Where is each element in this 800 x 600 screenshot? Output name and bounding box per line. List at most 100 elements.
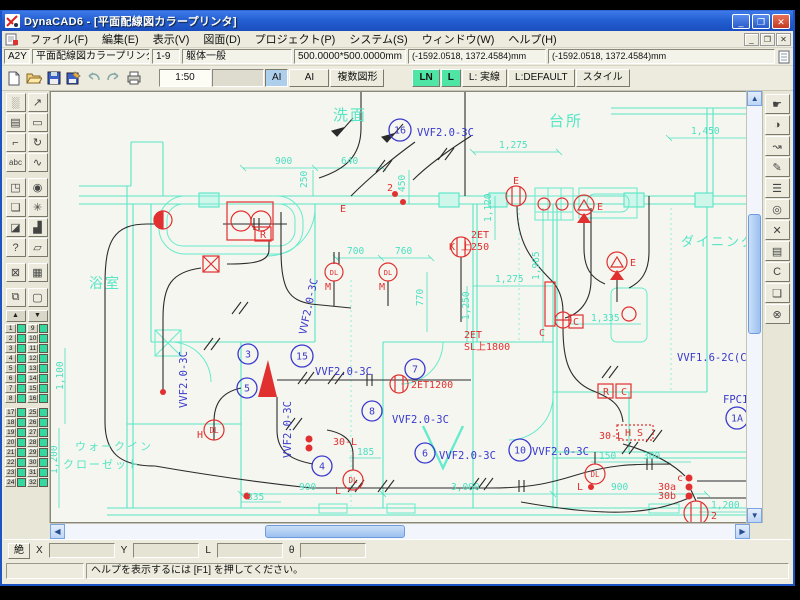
- layer-26-button[interactable]: 26: [27, 418, 38, 427]
- layer-30-indicator[interactable]: [39, 458, 48, 467]
- layer-32-indicator[interactable]: [39, 478, 48, 487]
- text-abc-button[interactable]: abc: [6, 153, 26, 172]
- menu-item-7[interactable]: ウィンドウ(W): [415, 30, 502, 48]
- x-input[interactable]: [49, 543, 115, 558]
- scroll-right-button[interactable]: ▶: [735, 524, 750, 539]
- layer-27-indicator[interactable]: [39, 428, 48, 437]
- layer-16-indicator[interactable]: [39, 394, 48, 403]
- layer-15-indicator[interactable]: [39, 384, 48, 393]
- mdi-minimize-button[interactable]: _: [744, 33, 759, 46]
- line-type-button[interactable]: L: 実線: [462, 69, 507, 87]
- half-circle-button[interactable]: ◑: [765, 115, 790, 135]
- ln-toggle[interactable]: LN: [412, 69, 439, 87]
- cross-x-button[interactable]: ✕: [765, 220, 790, 240]
- layer-16-button[interactable]: 16: [27, 394, 38, 403]
- scroll-left-button[interactable]: ◀: [50, 524, 65, 539]
- mdi-close-button[interactable]: ✕: [776, 33, 791, 46]
- mesh-s-button[interactable]: ▦: [28, 263, 48, 282]
- layer-12-button[interactable]: 12: [27, 354, 38, 363]
- rectangle-button[interactable]: ▭: [28, 113, 48, 132]
- layer-18-button[interactable]: 18: [5, 418, 16, 427]
- layer-9-button[interactable]: 9: [27, 324, 38, 333]
- layer-25-indicator[interactable]: [39, 408, 48, 417]
- titlebar[interactable]: DynaCAD6 - [平面配線図カラープリンタ] _ ❐ ✕: [2, 11, 793, 31]
- layer-10-button[interactable]: 10: [27, 334, 38, 343]
- layer-24-button[interactable]: 24: [5, 478, 16, 487]
- layer-down-button[interactable]: ▼: [28, 310, 48, 322]
- layer-6-indicator[interactable]: [17, 374, 26, 383]
- mdi-restore-button[interactable]: ❐: [760, 33, 775, 46]
- layer-13-indicator[interactable]: [39, 364, 48, 373]
- layer-21-indicator[interactable]: [17, 448, 26, 457]
- document-icon[interactable]: [5, 33, 19, 46]
- layer-1-indicator[interactable]: [17, 324, 26, 333]
- layer-23-button[interactable]: 23: [5, 468, 16, 477]
- layer-14-indicator[interactable]: [39, 374, 48, 383]
- hatch-brick-button[interactable]: ▤: [6, 113, 26, 132]
- eraser-button[interactable]: ◪: [6, 218, 26, 237]
- layer-15-button[interactable]: 15: [27, 384, 38, 393]
- donut-circle-button[interactable]: ◎: [765, 199, 790, 219]
- menu-item-4[interactable]: 図面(D): [196, 30, 247, 48]
- layer-28-button[interactable]: 28: [27, 438, 38, 447]
- layer-27-button[interactable]: 27: [27, 428, 38, 437]
- sheet-export-button[interactable]: ◳: [6, 178, 26, 197]
- spline-button[interactable]: ∿: [28, 153, 48, 172]
- layer-13-button[interactable]: 13: [27, 364, 38, 373]
- layer-31-button[interactable]: 31: [27, 468, 38, 477]
- scale-field[interactable]: 1:50: [159, 69, 211, 87]
- layer-31-indicator[interactable]: [39, 468, 48, 477]
- layer-11-indicator[interactable]: [39, 344, 48, 353]
- save-button[interactable]: [44, 68, 63, 88]
- menu-item-8[interactable]: ヘルプ(H): [501, 30, 563, 48]
- mesh-x-button[interactable]: ⊠: [6, 263, 26, 282]
- ai-button[interactable]: AI: [289, 69, 329, 87]
- layer-7-button[interactable]: 7: [5, 384, 16, 393]
- layer-2-indicator[interactable]: [17, 334, 26, 343]
- layer-32-button[interactable]: 32: [27, 478, 38, 487]
- layer-2-button[interactable]: 2: [5, 334, 16, 343]
- print-button[interactable]: [124, 68, 143, 88]
- menu-item-6[interactable]: システム(S): [342, 30, 414, 48]
- l-toggle[interactable]: L: [441, 69, 461, 87]
- calc-button[interactable]: C: [765, 262, 790, 282]
- pan-hand-button[interactable]: ☛: [765, 94, 790, 114]
- layer-8-indicator[interactable]: [17, 394, 26, 403]
- layer-4-indicator[interactable]: [17, 354, 26, 363]
- layer-30-button[interactable]: 30: [27, 458, 38, 467]
- line-default-button[interactable]: L:DEFAULT: [508, 69, 575, 87]
- layer-3-indicator[interactable]: [17, 344, 26, 353]
- scroll-down-button[interactable]: ▼: [747, 508, 762, 523]
- layer-12-indicator[interactable]: [39, 354, 48, 363]
- rotate-circle-button[interactable]: ↻: [28, 133, 48, 152]
- layer-21-button[interactable]: 21: [5, 448, 16, 457]
- layer-3-button[interactable]: 3: [5, 344, 16, 353]
- layer-6-button[interactable]: 6: [5, 374, 16, 383]
- absolute-mode-button[interactable]: 絶: [8, 543, 30, 559]
- style-button[interactable]: スタイル: [576, 69, 630, 87]
- monitor-button[interactable]: ▢: [28, 288, 48, 307]
- explode-button[interactable]: ✳: [28, 198, 48, 217]
- vertical-scrollbar[interactable]: ▲ ▼: [746, 91, 762, 523]
- menu-item-5[interactable]: プロジェクト(P): [248, 30, 343, 48]
- layer-22-button[interactable]: 22: [5, 458, 16, 467]
- layer-1-button[interactable]: 1: [5, 324, 16, 333]
- close-button[interactable]: ✕: [772, 14, 790, 29]
- layer-17-indicator[interactable]: [17, 408, 26, 417]
- undo-button[interactable]: [84, 68, 103, 88]
- menu-item-1[interactable]: ファイル(F): [23, 30, 95, 48]
- layer-26-indicator[interactable]: [39, 418, 48, 427]
- ink-pot-button[interactable]: ▟: [28, 218, 48, 237]
- layer-7-indicator[interactable]: [17, 384, 26, 393]
- menu-item-2[interactable]: 編集(E): [95, 30, 146, 48]
- layer-28-indicator[interactable]: [39, 438, 48, 447]
- layer-18-indicator[interactable]: [17, 418, 26, 427]
- query-note-button[interactable]: ?: [6, 238, 26, 257]
- layer-11-button[interactable]: 11: [27, 344, 38, 353]
- restore-button[interactable]: ❐: [752, 14, 770, 29]
- menu-item-3[interactable]: 表示(V): [146, 30, 197, 48]
- layer-17-button[interactable]: 17: [5, 408, 16, 417]
- y-input[interactable]: [133, 543, 199, 558]
- layer-20-button[interactable]: 20: [5, 438, 16, 447]
- multi-shape-button[interactable]: 複数図形: [330, 69, 384, 87]
